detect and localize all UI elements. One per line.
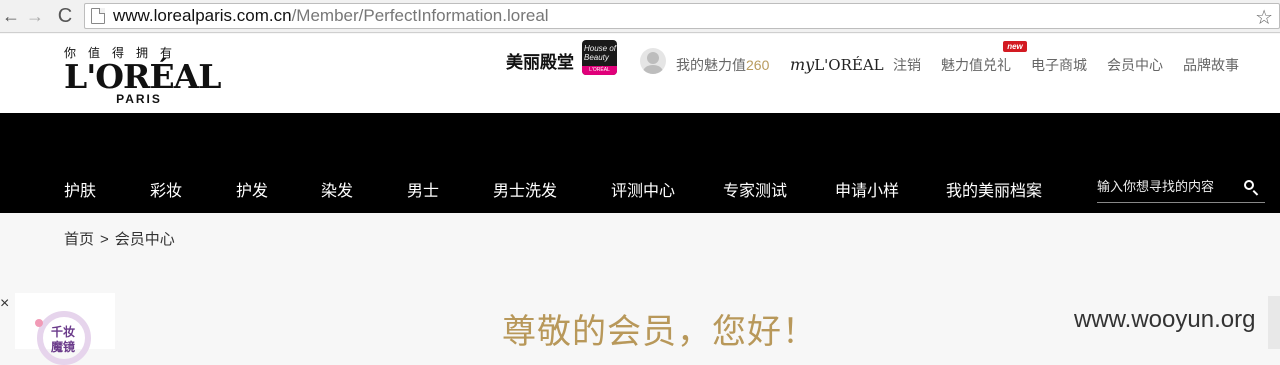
- logout-link[interactable]: 注销: [893, 55, 921, 75]
- avatar[interactable]: [640, 48, 666, 74]
- search-input[interactable]: [1097, 173, 1235, 199]
- myloreal-brand: L'ORÉAL: [814, 56, 884, 74]
- nav-item-skincare[interactable]: 护肤: [64, 177, 96, 201]
- myloreal-prefix: my: [790, 55, 815, 74]
- nav-item-men[interactable]: 男士: [407, 177, 439, 201]
- browser-toolbar: ← → C www.lorealparis.com.cn/Member/Perf…: [0, 0, 1280, 33]
- brand-story-link[interactable]: 品牌故事: [1183, 55, 1239, 75]
- ad-text: 千妆 魔镜: [45, 325, 81, 355]
- nav-item-men-shampoo[interactable]: 男士洗发: [493, 177, 557, 201]
- reload-icon[interactable]: C: [54, 5, 76, 27]
- charm-value: 260: [746, 57, 770, 73]
- house-of-beauty-badge-bar: L'ORÉAL: [582, 66, 617, 75]
- myloreal-link[interactable]: myL'ORÉAL: [790, 55, 884, 74]
- logo-sub: PARIS: [116, 92, 162, 106]
- nav-item-haircolor[interactable]: 染发: [321, 177, 353, 201]
- floating-ad[interactable]: 千妆 魔镜: [15, 293, 115, 365]
- charm-label: 我的魅力值: [676, 57, 746, 73]
- url-host: www.lorealparis.com.cn: [113, 6, 292, 25]
- nav-item-haircare[interactable]: 护发: [236, 177, 268, 201]
- url-path: /Member/PerfectInformation.loreal: [291, 6, 549, 25]
- nav-item-beauty-profile[interactable]: 我的美丽档案: [946, 177, 1042, 201]
- new-badge: new: [1003, 41, 1027, 52]
- breadcrumb-current: 会员中心: [114, 231, 175, 248]
- top-links: 注销 魅力值兑礼 电子商城 会员中心 品牌故事: [893, 55, 1259, 75]
- ad-line-1: 千妆: [50, 325, 75, 339]
- member-center-link[interactable]: 会员中心: [1107, 55, 1163, 75]
- scrollbar[interactable]: [1268, 296, 1280, 349]
- nav-item-makeup[interactable]: 彩妆: [150, 177, 182, 201]
- page-icon: [91, 8, 105, 24]
- charm-redeem-link[interactable]: 魅力值兑礼: [941, 55, 1011, 75]
- watermark: www.wooyun.org: [1074, 306, 1256, 333]
- breadcrumb-separator: >: [100, 231, 109, 248]
- forward-arrow-icon[interactable]: →: [24, 5, 46, 27]
- house-of-beauty-badge[interactable]: House of Beauty L'ORÉAL: [582, 40, 617, 75]
- search-icon[interactable]: [1244, 180, 1254, 190]
- charm-points[interactable]: 我的魅力值260: [676, 55, 769, 75]
- address-bar[interactable]: www.lorealparis.com.cn/Member/PerfectInf…: [84, 3, 1280, 29]
- search-box: [1097, 171, 1265, 203]
- logo-brand: L'ORÉAL: [64, 57, 221, 96]
- main-nav: 护肤 彩妆 护发 染发 男士 男士洗发 评测中心 专家测试 申请小样 我的美丽档…: [0, 113, 1280, 213]
- loreal-logo[interactable]: 你值得拥有 L'ORÉAL PARIS: [64, 44, 221, 106]
- eshop-link[interactable]: 电子商城: [1031, 55, 1087, 75]
- welcome-heading: 尊敬的会员，您好！: [502, 313, 817, 351]
- breadcrumb-home[interactable]: 首页: [64, 231, 94, 248]
- close-icon[interactable]: ×: [0, 296, 12, 312]
- ad-line-2: 魔镜: [50, 340, 75, 354]
- house-of-beauty-label[interactable]: 美丽殿堂: [506, 48, 574, 73]
- back-arrow-icon[interactable]: ←: [0, 5, 22, 27]
- nav-item-review-center[interactable]: 评测中心: [611, 177, 675, 201]
- nav-item-expert-test[interactable]: 专家测试: [723, 177, 787, 201]
- bookmark-star-icon[interactable]: ☆: [1255, 5, 1273, 30]
- house-of-beauty-badge-text: House of Beauty: [584, 44, 617, 62]
- nav-item-request-sample[interactable]: 申请小样: [835, 177, 899, 201]
- breadcrumb: 首页 > 会员中心: [64, 228, 175, 249]
